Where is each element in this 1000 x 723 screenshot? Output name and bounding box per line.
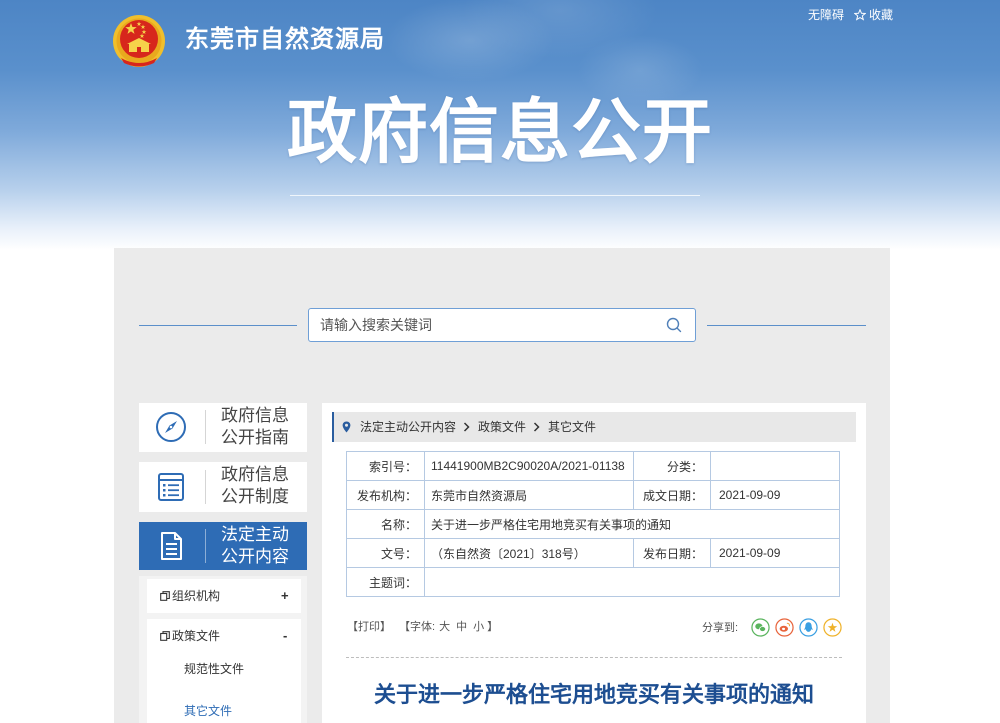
- sidebar-item-disclosure-system[interactable]: 政府信息 公开制度: [139, 462, 307, 512]
- keywords-label: 主题词：: [346, 567, 425, 597]
- breadcrumb-item-policy-documents[interactable]: 政策文件: [478, 412, 526, 442]
- publisher-label: 发布机构：: [346, 480, 425, 510]
- table-row: 文号： （东自然资〔2021〕318号） 发布日期： 2021-09-09: [346, 538, 840, 568]
- site-name: 东莞市自然资源局: [185, 26, 385, 53]
- table-row: 索引号： 11441900MB2C90020A/2021-01138 分类：: [346, 451, 840, 481]
- search-input[interactable]: [309, 309, 660, 341]
- submenu-item-label: 政策文件: [172, 629, 221, 643]
- search-icon[interactable]: [666, 317, 682, 333]
- print-button[interactable]: 【打印】: [347, 620, 391, 634]
- article-title: 关于进一步严格住宅用地竞买有关事项的通知: [373, 682, 814, 707]
- search-divider-left: [139, 325, 297, 326]
- submenu-item-policy-documents[interactable]: 政策文件 -: [147, 619, 301, 653]
- table-row: 名称： 关于进一步严格住宅用地竞买有关事项的通知: [346, 509, 840, 539]
- table-row: 发布机构： 东莞市自然资源局 成文日期： 2021-09-09: [346, 480, 840, 510]
- search-box: [308, 308, 696, 342]
- breadcrumb-item-other-documents[interactable]: 其它文件: [548, 412, 596, 442]
- name-label: 名称：: [346, 509, 425, 539]
- location-pin-icon: [342, 421, 351, 433]
- font-size-prefix: 【字体:: [399, 621, 436, 633]
- font-small-button[interactable]: 小: [473, 620, 484, 634]
- qq-icon[interactable]: [799, 617, 818, 637]
- name-value: 关于进一步严格住宅用地竞买有关事项的通知: [424, 509, 840, 539]
- written-date-value: 2021-09-09: [710, 480, 840, 510]
- search-divider-right: [707, 325, 866, 326]
- favorite-label: 收藏: [869, 8, 894, 22]
- collapse-toggle[interactable]: -: [283, 619, 287, 653]
- wechat-icon[interactable]: [751, 617, 770, 637]
- table-row: 主题词：: [346, 567, 840, 597]
- keywords-value: [424, 567, 840, 597]
- submenu-group-policy-documents: 政策文件 - 规范性文件 其它文件: [147, 619, 301, 723]
- doc-no-label: 文号：: [346, 538, 425, 568]
- breadcrumb-item-statutory-disclosure[interactable]: 法定主动公开内容: [360, 412, 456, 442]
- weibo-icon[interactable]: [775, 617, 794, 637]
- submenu-child-normative-documents[interactable]: 规范性文件: [184, 659, 244, 679]
- sidebar-item-label: 政府信息 公开指南: [221, 406, 289, 447]
- share-bar: 分享到:: [702, 617, 847, 637]
- written-date-label: 成文日期：: [633, 480, 711, 510]
- breadcrumb: 法定主动公开内容 政策文件 其它文件: [332, 412, 856, 442]
- index-no-label: 索引号：: [346, 451, 425, 481]
- submenu-child-other-documents[interactable]: 其它文件: [184, 701, 232, 721]
- sidebar-item-label: 法定主动 公开内容: [221, 525, 289, 566]
- publish-date-label: 发布日期：: [633, 538, 711, 568]
- publish-date-value: 2021-09-09: [710, 538, 840, 568]
- top-links: 无障碍 收藏: [808, 7, 893, 23]
- copy-icon: [160, 631, 170, 641]
- breadcrumb-trail: 法定主动公开内容 政策文件 其它文件: [360, 412, 596, 442]
- sidebar-item-divider: [205, 470, 206, 504]
- share-label: 分享到:: [702, 622, 739, 634]
- national-emblem-icon: [113, 15, 165, 67]
- submenu-item-label: 组织机构: [172, 589, 221, 603]
- font-medium-button[interactable]: 中: [456, 620, 467, 634]
- qzone-icon[interactable]: [823, 617, 842, 637]
- accessibility-link[interactable]: 无障碍: [808, 7, 844, 23]
- doc-no-value: （东自然资〔2021〕318号）: [424, 538, 634, 568]
- chevron-right-icon: [534, 422, 540, 432]
- sidebar-item-statutory-disclosure[interactable]: 法定主动 公开内容: [139, 522, 307, 570]
- submenu-item-organization[interactable]: 组织机构 +: [147, 579, 301, 613]
- expand-toggle[interactable]: +: [281, 579, 289, 613]
- article-tools: 【打印】 【字体: 大 中 小 】: [347, 620, 498, 634]
- document-meta-table: 索引号： 11441900MB2C90020A/2021-01138 分类： 发…: [346, 451, 840, 597]
- favorite-link[interactable]: 收藏: [854, 7, 893, 23]
- star-outline-icon: [854, 9, 867, 21]
- compass-icon: [156, 412, 186, 442]
- content-divider: [346, 657, 842, 658]
- list-icon: [158, 473, 184, 501]
- sidebar-submenu: 组织机构 + 政策文件 - 规范性文件 其它文件: [139, 576, 307, 723]
- index-no-value: 11441900MB2C90020A/2021-01138: [424, 451, 634, 481]
- font-large-button[interactable]: 大: [439, 620, 450, 634]
- submenu-group-organization: 组织机构 +: [147, 579, 301, 613]
- sidebar-item-divider: [205, 410, 206, 444]
- sidebar-item-disclosure-guide[interactable]: 政府信息 公开指南: [139, 403, 307, 452]
- category-value: [710, 451, 840, 481]
- sidebar-item-label: 政府信息 公开制度: [221, 465, 289, 506]
- document-icon: [161, 532, 182, 560]
- font-size-suffix: 】: [487, 621, 499, 633]
- chevron-right-icon: [463, 422, 470, 432]
- banner-underline: [290, 195, 700, 196]
- banner-title: 政府信息公开: [287, 93, 713, 171]
- sidebar-item-divider: [205, 529, 206, 563]
- copy-icon: [160, 591, 170, 601]
- category-label: 分类：: [633, 451, 711, 481]
- publisher-value: 东莞市自然资源局: [424, 480, 634, 510]
